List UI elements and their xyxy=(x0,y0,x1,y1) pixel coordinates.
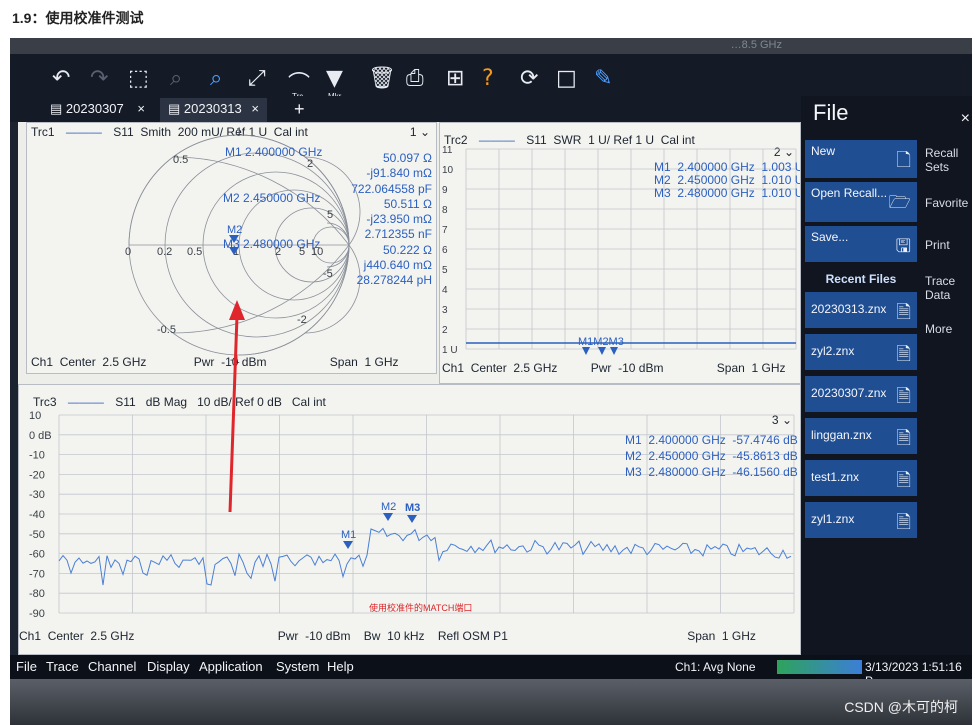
menu-trace[interactable]: Trace xyxy=(46,659,79,674)
recent-file-item[interactable]: zyl1.znx 🗎 xyxy=(805,502,917,538)
fullscreen-icon[interactable]: ⤢ xyxy=(248,66,266,91)
menu-help[interactable]: Help xyxy=(327,659,354,674)
trace-data-button[interactable]: Trace Data xyxy=(921,274,972,302)
document-icon: ▤ xyxy=(50,101,63,116)
delete-icon[interactable]: 🗑 xyxy=(368,66,396,91)
new-file-icon: 🗋 xyxy=(896,150,911,170)
avg-status: Ch1: Avg None xyxy=(675,660,756,674)
favorite-button[interactable]: Favorite xyxy=(921,196,972,210)
folder-icon: 🗁 xyxy=(888,192,911,212)
windows-icon[interactable]: ⊞ xyxy=(446,66,464,91)
close-icon[interactable]: × xyxy=(961,110,970,128)
redo-icon[interactable]: ↷ xyxy=(90,66,108,91)
document-icon: ▤ xyxy=(168,101,181,116)
recent-file-item[interactable]: 20230313.znx 🗎 xyxy=(805,292,917,328)
more-button[interactable]: More xyxy=(921,322,972,336)
tab-20230313[interactable]: ▤ 20230313 × xyxy=(160,98,267,122)
menu-channel[interactable]: Channel xyxy=(88,659,136,674)
refresh-icon[interactable]: ⟳ xyxy=(520,66,538,91)
document-icon: 🗎 xyxy=(896,302,911,322)
close-icon[interactable]: × xyxy=(137,101,145,116)
tab-label: 20230307 xyxy=(65,101,124,116)
menu-file[interactable]: File xyxy=(16,659,37,674)
tab-label: 20230313 xyxy=(183,101,242,116)
tab-20230307[interactable]: ▤ 20230307 × xyxy=(42,98,153,122)
undo-icon[interactable]: ↶ xyxy=(52,66,70,91)
save-button[interactable]: Save... 🖫 xyxy=(805,226,917,262)
autoscale-icon[interactable]: ⌕ xyxy=(210,66,222,91)
recent-file-item[interactable]: test1.znx 🗎 xyxy=(805,460,917,496)
document-icon: 🗎 xyxy=(896,344,911,364)
bezel-top: …8.5 GHz xyxy=(10,38,972,54)
add-tab-button[interactable]: + xyxy=(286,96,313,120)
new-button[interactable]: New 🗋 xyxy=(805,140,917,178)
file-side-panel: File × New 🗋 Open Recall... 🗁 Save... 🖫 Rec… xyxy=(801,96,972,655)
bezel-bottom xyxy=(10,679,972,725)
zoom-disabled-icon[interactable]: ⌕ xyxy=(170,66,182,91)
close-icon[interactable]: × xyxy=(251,101,259,116)
recent-files-title: Recent Files xyxy=(825,272,897,286)
menu-system[interactable]: System xyxy=(276,659,319,674)
annotation-arrow xyxy=(228,300,245,513)
document-icon: 🗎 xyxy=(896,386,911,406)
marker-add-icon[interactable]: ▼ xyxy=(326,66,343,91)
help-icon[interactable]: ? xyxy=(482,66,494,91)
recent-file-item[interactable]: 20230307.znx 🗎 xyxy=(805,376,917,412)
bezel-label: …8.5 GHz xyxy=(730,39,782,51)
recent-file-item[interactable]: linggan.znx 🗎 xyxy=(805,418,917,454)
touch-tools-icon[interactable]: ✎ xyxy=(594,66,612,91)
vna-photo: …8.5 GHz ↶ ↷ ⬚ ⌕ ⌕ ⤢ ⌒ Trc ▼ Mkr 🗑 ⎙ ⊞ ?… xyxy=(10,38,972,725)
side-panel-title: File xyxy=(813,100,849,125)
menu-display[interactable]: Display xyxy=(147,659,190,674)
tab-bar: ▤ 20230307 × ▤ 20230313 × + xyxy=(10,96,805,122)
watermark: CSDN @木可的柯 xyxy=(844,699,958,715)
document-icon: 🗎 xyxy=(896,512,911,532)
menu-bar: File Trace Channel Display Application S… xyxy=(10,655,972,688)
zoom-area-icon[interactable]: ⬚ xyxy=(128,66,149,91)
window-icon[interactable]: □ xyxy=(556,66,577,91)
measurement-screen: Trc1 ——— S11 Smith 200 mU/ Ref 1 U Cal i… xyxy=(18,122,801,655)
open-recall-button[interactable]: Open Recall... 🗁 xyxy=(805,182,917,222)
recent-file-item[interactable]: zyl2.znx 🗎 xyxy=(805,334,917,370)
status-gradient-bar xyxy=(777,660,862,674)
document-icon: 🗎 xyxy=(896,428,911,448)
document-icon: 🗎 xyxy=(896,470,911,490)
print-button[interactable]: Print xyxy=(921,238,972,252)
recall-sets-button[interactable]: Recall Sets xyxy=(921,146,972,174)
menu-application[interactable]: Application xyxy=(199,659,263,674)
print-icon[interactable]: ⎙ xyxy=(406,66,424,91)
page-heading: 1.9：使用校准件测试 xyxy=(12,10,144,26)
save-icon: 🖫 xyxy=(895,236,911,256)
